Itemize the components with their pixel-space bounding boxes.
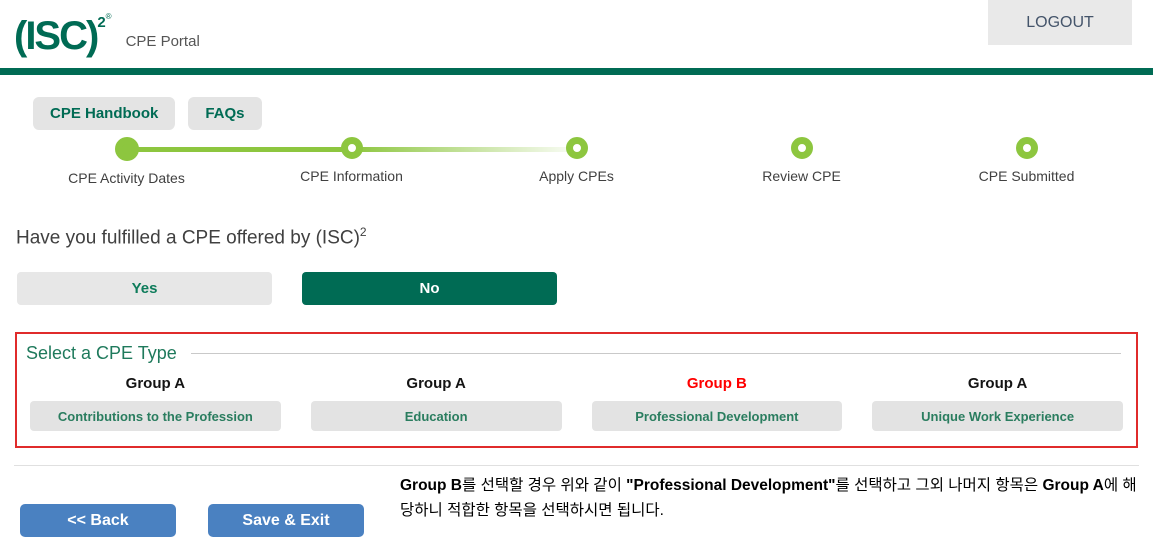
logo-text: (ISC)	[14, 13, 99, 58]
step-cpe-information: CPE Information	[239, 137, 464, 186]
cpe-type-legend: Select a CPE Type	[26, 343, 177, 364]
question-superscript: 2	[359, 225, 367, 239]
note-segment: 를 선택하고 그외 나머지 항목은	[835, 477, 1043, 495]
yes-no-group: Yes No	[17, 272, 1139, 306]
option-professional-development: Group B Professional Development	[591, 375, 843, 432]
group-label: Group A	[967, 375, 1028, 393]
note-segment: Group A	[1042, 477, 1104, 495]
isc2-logo: (ISC)2®	[14, 11, 112, 58]
step-cpe-activity-dates: CPE Activity Dates	[14, 137, 239, 186]
progress-stepper: CPE Activity Dates CPE Information Apply…	[14, 137, 1139, 195]
legend-rule	[190, 353, 1121, 355]
option-contributions: Group A Contributions to the Profession	[30, 375, 281, 432]
bottom-divider	[14, 465, 1139, 467]
group-label-highlighted: Group B	[686, 375, 747, 393]
professional-development-button[interactable]: Professional Development	[591, 401, 843, 432]
back-button[interactable]: << Back	[20, 504, 176, 538]
step-dot-ring-icon	[1015, 137, 1038, 159]
step-label: CPE Activity Dates	[68, 170, 185, 186]
step-apply-cpes: Apply CPEs	[464, 137, 689, 186]
note-segment: 를 선택할 경우 위와 같이	[462, 477, 627, 495]
cpe-type-legend-row: Select a CPE Type	[26, 343, 1127, 364]
korean-help-note: Group B를 선택할 경우 위와 같이 "Professional Deve…	[400, 472, 1139, 537]
step-label: CPE Information	[300, 168, 403, 184]
step-dot-ring-icon	[340, 137, 363, 159]
step-dot-ring-icon	[790, 137, 813, 159]
question-heading: Have you fulfilled a CPE offered by (ISC…	[16, 225, 367, 249]
option-unique-work-experience: Group A Unique Work Experience	[872, 375, 1123, 432]
cpe-type-options: Group A Contributions to the Profession …	[26, 375, 1127, 432]
logout-button[interactable]: LOGOUT	[988, 0, 1132, 45]
step-review-cpe: Review CPE	[689, 137, 914, 186]
note-segment: "Professional Development"	[626, 477, 836, 495]
no-button-selected[interactable]: No	[302, 272, 557, 306]
step-dot-filled-icon	[114, 137, 139, 161]
bottom-row: << Back Save & Exit Group B를 선택할 경우 위와 같…	[14, 472, 1139, 538]
bottom-actions: << Back Save & Exit	[14, 472, 400, 538]
save-exit-button[interactable]: Save & Exit	[208, 504, 364, 538]
step-cpe-submitted: CPE Submitted	[914, 137, 1139, 186]
stepper-steps: CPE Activity Dates CPE Information Apply…	[14, 137, 1139, 186]
step-label: CPE Submitted	[978, 168, 1075, 184]
group-label: Group A	[125, 375, 186, 393]
cpe-handbook-button[interactable]: CPE Handbook	[33, 97, 176, 130]
brand-divider-bar	[0, 68, 1153, 75]
toolbar: CPE Handbook FAQs	[33, 97, 1139, 130]
option-education: Group A Education	[310, 375, 562, 432]
contributions-to-the-profession-button[interactable]: Contributions to the Profession	[30, 401, 281, 432]
main-content: CPE Handbook FAQs CPE Activity Dates CPE…	[0, 97, 1153, 538]
step-dot-ring-icon	[565, 137, 588, 159]
select-cpe-type-section: Select a CPE Type Group A Contributions …	[15, 332, 1138, 449]
education-button[interactable]: Education	[310, 401, 562, 432]
yes-button[interactable]: Yes	[17, 272, 272, 306]
step-label: Apply CPEs	[539, 168, 614, 184]
note-segment: Group B	[400, 477, 462, 495]
logo-superscript: 2	[97, 13, 106, 31]
faqs-button[interactable]: FAQs	[188, 97, 262, 130]
app-title: CPE Portal	[125, 32, 200, 50]
registered-mark-icon: ®	[105, 11, 112, 21]
unique-work-experience-button[interactable]: Unique Work Experience	[872, 401, 1123, 432]
header: (ISC)2® CPE Portal LOGOUT	[0, 0, 1153, 68]
step-label: Review CPE	[762, 168, 841, 184]
group-label: Group A	[406, 375, 466, 393]
